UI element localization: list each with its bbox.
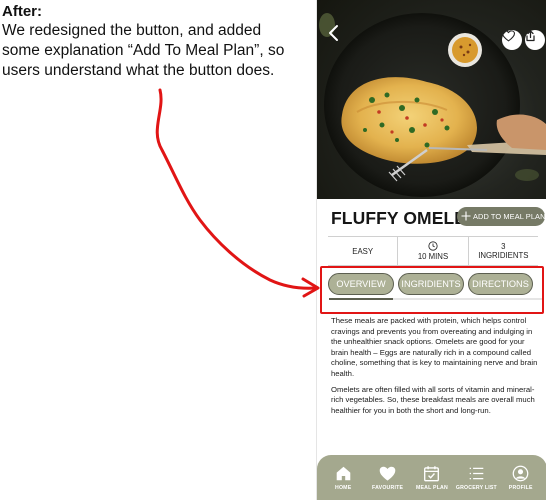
time-label: 10 MINS bbox=[417, 252, 449, 261]
nav-meal-plan-label: MEAL PLAN bbox=[415, 484, 448, 491]
add-to-meal-plan-button[interactable]: ADD TO MEAL PLAN bbox=[457, 207, 545, 226]
calendar-icon bbox=[424, 465, 440, 481]
clock-icon bbox=[428, 241, 438, 251]
heart-outline-icon bbox=[502, 30, 515, 42]
tab-directions[interactable]: DIRECTIONS bbox=[468, 273, 533, 295]
share-icon bbox=[526, 30, 535, 42]
nav-favourite[interactable]: FAVOURITE bbox=[366, 465, 410, 491]
favourite-button[interactable] bbox=[502, 30, 522, 50]
nav-favourite-label: FAVOURITE bbox=[372, 484, 404, 491]
nav-grocery-list-label: GROCERY LIST bbox=[455, 484, 497, 491]
nav-home-label: HOME bbox=[335, 484, 352, 491]
ingredients-count-stat: 3 INGRIDIENTS bbox=[467, 237, 538, 265]
overview-paragraph: Omelets are often filled with all sorts … bbox=[331, 384, 535, 415]
overview-content: These meals are packed with protein, whi… bbox=[331, 316, 543, 416]
nav-home[interactable]: HOME bbox=[321, 465, 365, 491]
nav-grocery-list[interactable]: GROCERY LIST bbox=[454, 465, 498, 491]
nav-profile-label: PROFILE bbox=[508, 484, 533, 491]
plus-icon bbox=[461, 210, 471, 223]
back-button[interactable] bbox=[327, 24, 345, 44]
overview-paragraph: These meals are packed with protein, whi… bbox=[331, 316, 538, 378]
ingredients-count: 3 bbox=[501, 242, 506, 251]
time-stat: 10 MINS bbox=[397, 237, 467, 265]
list-icon bbox=[469, 467, 484, 479]
recipe-hero-image bbox=[317, 0, 546, 199]
tab-overview[interactable]: OVERVIEW bbox=[328, 273, 394, 295]
nav-meal-plan[interactable]: MEAL PLAN bbox=[410, 465, 454, 491]
phone-screen: FLUFFY OMELET ADD TO MEAL PLAN EASY 10 M… bbox=[316, 0, 546, 500]
add-to-meal-plan-label: ADD TO MEAL PLAN bbox=[473, 212, 546, 221]
share-button[interactable] bbox=[525, 30, 545, 50]
heart-icon bbox=[379, 466, 396, 481]
tab-ingredients[interactable]: INGRIDIENTS bbox=[398, 273, 464, 295]
difficulty-label: EASY bbox=[352, 246, 374, 256]
recipe-stats: EASY 10 MINS 3 INGRIDIENTS bbox=[328, 236, 538, 266]
recipe-tabs: OVERVIEW INGRIDIENTS DIRECTIONS bbox=[328, 273, 544, 295]
annotation-body: We redesigned the button, and added some… bbox=[2, 22, 285, 79]
annotation: After: We redesigned the button, and add… bbox=[2, 2, 302, 81]
home-icon bbox=[336, 466, 350, 480]
tab-active-indicator bbox=[329, 298, 393, 300]
recipe-title: FLUFFY OMELET bbox=[331, 208, 477, 228]
ingredients-count-label: INGRIDIENTS bbox=[478, 251, 529, 260]
profile-icon bbox=[512, 465, 529, 481]
annotation-heading: After: bbox=[2, 3, 42, 20]
difficulty-stat: EASY bbox=[328, 237, 397, 265]
chevron-left-icon bbox=[329, 25, 338, 41]
nav-profile[interactable]: PROFILE bbox=[499, 465, 543, 491]
bottom-nav: HOME FAVOURITE MEAL PLAN GROCERY LIST PR… bbox=[317, 455, 546, 500]
